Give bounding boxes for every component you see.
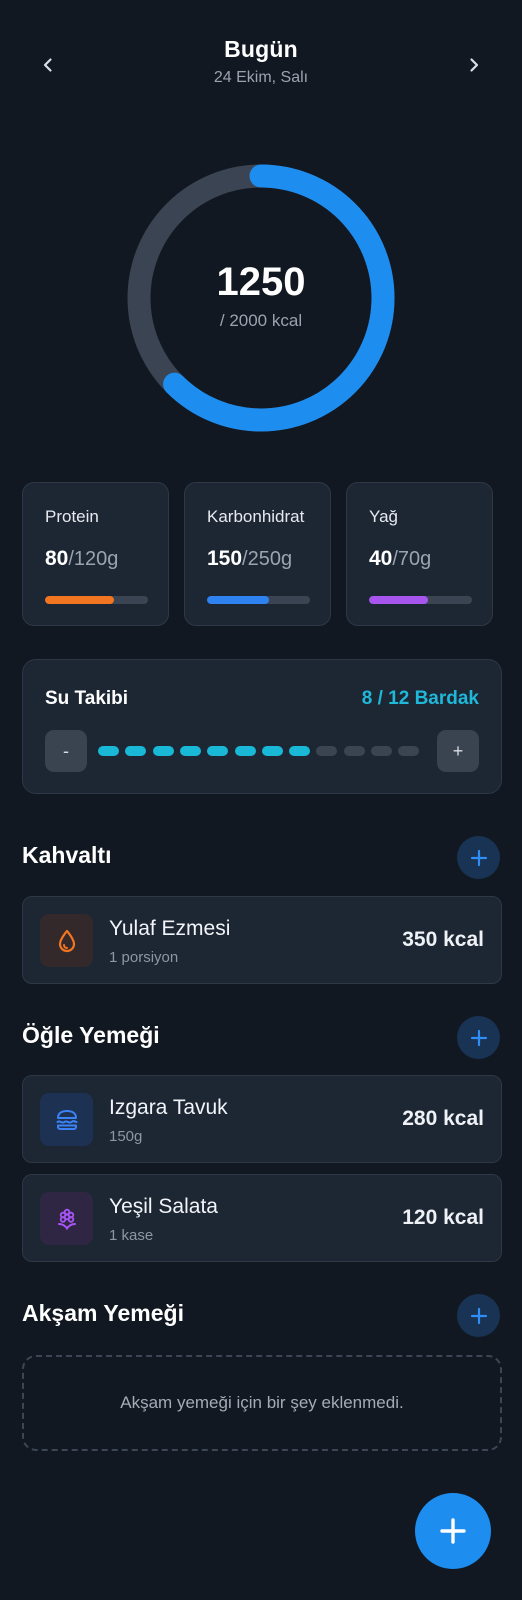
macro-target: /70g (392, 548, 432, 570)
next-day-button[interactable] (459, 50, 489, 80)
macro-progress-fill (369, 596, 428, 604)
macro-values: 150/250g (207, 547, 330, 571)
meal-calories: 350 kcal (402, 928, 484, 951)
meal-item[interactable]: Yeşil Salata 1 kase 120 kcal (22, 1174, 502, 1262)
water-cup[interactable] (289, 746, 311, 756)
page-title: Bugün (224, 36, 298, 62)
meal-icon-box (40, 1093, 93, 1146)
meal-name: Izgara Tavuk (109, 1096, 228, 1119)
macro-progress-bar (369, 596, 472, 604)
section-title-dinner: Akşam Yemeği (22, 1300, 184, 1326)
plus-icon (470, 1307, 487, 1324)
plus-icon (470, 849, 487, 866)
macro-current: 150 (207, 547, 243, 570)
meal-calories: 120 kcal (402, 1206, 484, 1229)
water-cup[interactable] (179, 746, 201, 756)
water-cup[interactable] (125, 746, 147, 756)
meal-icon-box (40, 1192, 93, 1245)
add-dinner-button[interactable] (457, 1294, 500, 1337)
add-breakfast-button[interactable] (457, 836, 500, 879)
macro-progress-bar (45, 596, 148, 604)
water-title: Su Takibi (45, 688, 129, 709)
flower-icon (57, 1208, 76, 1230)
burger-icon (56, 1109, 77, 1130)
section-title-breakfast: Kahvaltı (22, 842, 112, 868)
meal-portion: 1 kase (109, 1227, 154, 1244)
plus-icon (440, 1518, 466, 1544)
calories-consumed: 1250 (216, 259, 306, 304)
water-cup[interactable] (371, 746, 392, 756)
title-group: Bugün 24 Ekim, Salı (0, 36, 522, 87)
dinner-empty-state: Akşam yemeği için bir şey eklenmedi. (22, 1355, 502, 1451)
macro-name: Protein (45, 507, 99, 526)
meal-name: Yeşil Salata (109, 1195, 218, 1218)
water-cups (98, 746, 428, 758)
meal-portion: 150g (109, 1128, 143, 1145)
meal-item[interactable]: Izgara Tavuk 150g 280 kcal (22, 1075, 502, 1163)
water-increase-button[interactable]: + (437, 730, 479, 772)
drop-icon (58, 929, 75, 952)
chevron-right-icon (470, 58, 479, 72)
water-cup[interactable] (261, 746, 283, 756)
calorie-progress-ring: 1250 / 2000 kcal (124, 161, 398, 435)
macro-current: 80 (45, 547, 69, 570)
meal-item[interactable]: Yulaf Ezmesi 1 porsiyon 350 kcal (22, 896, 502, 984)
macro-values: 40/70g (369, 547, 492, 571)
section-title-lunch: Öğle Yemeği (22, 1022, 160, 1048)
macro-current: 40 (369, 547, 393, 570)
meal-calories: 280 kcal (402, 1107, 484, 1130)
plus-icon (470, 1029, 487, 1046)
macro-progress-fill (45, 596, 114, 604)
water-cup[interactable] (234, 746, 256, 756)
water-count: 8 / 12 Bardak (361, 688, 479, 709)
macro-progress-fill (207, 596, 269, 604)
calorie-summary: 1250 / 2000 kcal (124, 161, 398, 435)
macro-progress-bar (207, 596, 310, 604)
macro-card-fat: Yağ 40/70g (346, 482, 493, 626)
water-cup[interactable] (207, 746, 229, 756)
add-lunch-button[interactable] (457, 1016, 500, 1059)
meal-portion: 1 porsiyon (109, 949, 179, 966)
calories-goal: / 2000 kcal (219, 310, 303, 330)
water-cup[interactable] (343, 746, 365, 756)
water-tracker-card: Su Takibi 8 / 12 Bardak - + (22, 659, 502, 794)
date-label: 24 Ekim, Salı (213, 69, 309, 86)
macro-card-carbs: Karbonhidrat 150/250g (184, 482, 331, 626)
add-food-fab[interactable] (415, 1493, 491, 1569)
water-cup[interactable] (152, 746, 174, 756)
macro-name: Yağ (369, 507, 398, 526)
meal-name: Yulaf Ezmesi (109, 917, 231, 940)
macro-values: 80/120g (45, 547, 168, 571)
macro-target: /250g (242, 548, 293, 570)
macro-name: Karbonhidrat (207, 507, 305, 526)
macro-card-protein: Protein 80/120g (22, 482, 169, 626)
day-header: Bugün 24 Ekim, Salı (0, 36, 522, 96)
water-cup[interactable] (316, 746, 338, 756)
water-cup[interactable] (398, 746, 420, 756)
water-decrease-button[interactable]: - (45, 730, 87, 772)
water-cup[interactable] (98, 746, 119, 756)
macro-target: /120g (68, 548, 119, 570)
meal-icon-box (40, 914, 93, 967)
